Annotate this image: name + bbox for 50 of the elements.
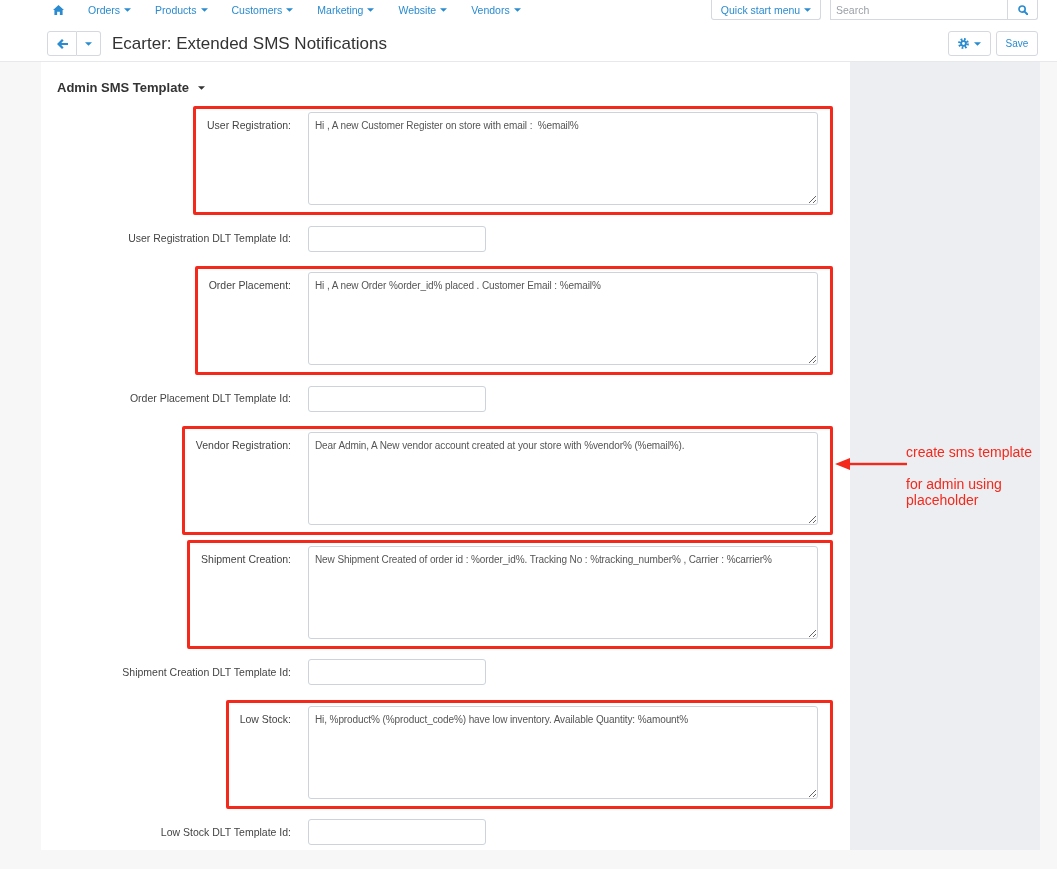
save-button[interactable]: Save [996, 31, 1038, 56]
template-id-field[interactable] [308, 225, 486, 252]
template-textarea[interactable]: Hi , A new Order %order_id% placed . Customer Email : %email% [308, 272, 818, 365]
field-label: Low Stock: [239, 711, 291, 726]
nav-menu-link[interactable]: Vendors [471, 0, 521, 20]
nav-menu-link[interactable]: Website [398, 0, 448, 20]
caret-icon [200, 8, 208, 12]
caret-icon [440, 8, 448, 12]
caret-icon [124, 8, 132, 12]
home-link[interactable] [53, 5, 64, 15]
annotation-text: create sms template [906, 444, 1034, 460]
search-icon [1017, 4, 1028, 15]
caret-icon [286, 8, 294, 12]
search-field[interactable]: Search [830, 0, 1008, 20]
field-label: Shipment Creation DLT Template Id: [122, 665, 291, 679]
field-label: Order Placement: [208, 278, 291, 292]
field-label: Order Placement DLT Template Id: [129, 392, 291, 405]
dropdown-button[interactable] [77, 31, 101, 56]
template-textarea[interactable]: New Shipment Created of order id : %order_id%. Tracking No : %tracking_number% , Carrier : %carrier% [308, 545, 818, 639]
nav-menu-link[interactable]: Customers [231, 0, 294, 20]
quick-start-button[interactable]: Quick start menu [711, 0, 821, 20]
home-icon [53, 5, 64, 15]
field-label: User Registration: [206, 118, 291, 132]
page-title: Ecarter: Extended SMS Notifications [112, 33, 387, 55]
nav-menu-link[interactable]: Orders [88, 0, 132, 20]
caret-icon [367, 8, 375, 12]
caret-icon [197, 86, 205, 90]
left-arrow-icon [56, 38, 68, 49]
annotation-text: for admin using placeholder [906, 476, 1003, 508]
nav-menu-link[interactable]: Products [155, 0, 208, 20]
caret-icon [513, 8, 521, 12]
section-toggle[interactable]: Admin SMS Template [57, 80, 205, 96]
template-textarea[interactable]: Hi, %product% (%product_code%) have low inventory. Available Quantity: %amount% [308, 705, 818, 799]
settings-button[interactable] [948, 31, 991, 56]
caret-icon [85, 41, 92, 46]
search-button[interactable] [1008, 0, 1038, 20]
nav-menu-link[interactable]: Marketing [317, 0, 375, 20]
template-id-field[interactable] [308, 385, 486, 412]
caret-icon [974, 41, 981, 46]
caret-icon [804, 7, 812, 12]
template-textarea[interactable]: Hi , A new Customer Register on store with email : %email% [308, 112, 818, 205]
field-label: Shipment Creation: [201, 551, 291, 566]
settings-icon [958, 38, 969, 49]
template-textarea[interactable]: Dear Admin, A New vendor account created at your store with %vendor% (%email%). [308, 432, 818, 525]
field-label: Vendor Registration: [195, 438, 291, 452]
field-label: User Registration DLT Template Id: [128, 232, 291, 245]
template-id-field[interactable] [308, 819, 486, 845]
template-id-field[interactable] [308, 659, 486, 685]
field-label: Low Stock DLT Template Id: [160, 825, 291, 839]
back-button[interactable] [47, 31, 77, 56]
